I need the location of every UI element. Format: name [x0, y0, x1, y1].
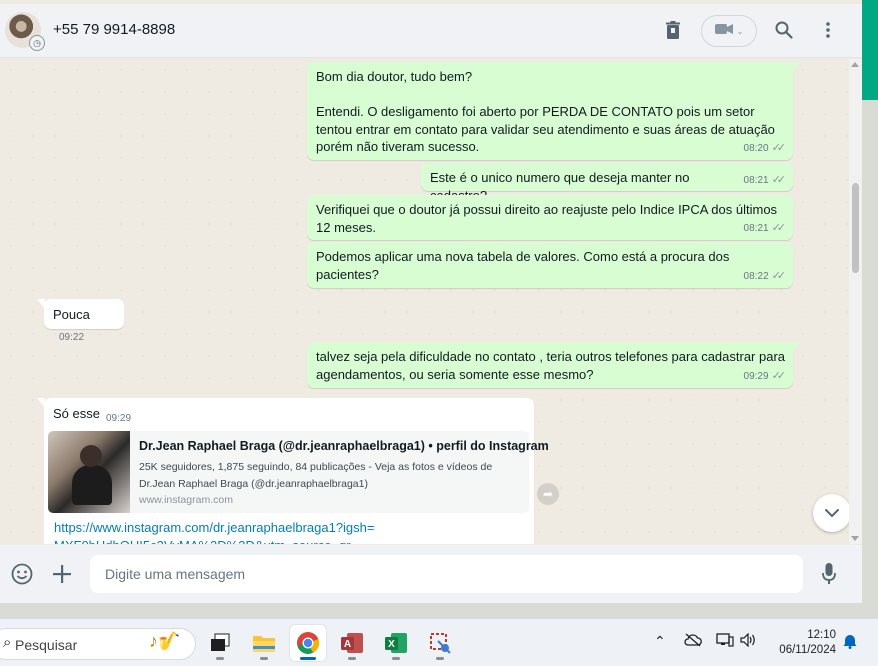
link-preview-domain: www.instagram.com [139, 494, 233, 506]
menu-icon[interactable] [816, 18, 840, 42]
file-explorer-icon[interactable] [246, 625, 282, 661]
excel-icon[interactable]: X [378, 625, 414, 661]
double-check-icon: ✓✓ [771, 369, 787, 382]
forward-icon[interactable]: ➦ [537, 483, 559, 505]
message-time: 09:29 [105, 413, 132, 424]
search-highlight-icon: ♪🎷 [149, 631, 181, 651]
double-check-icon: ✓✓ [771, 269, 787, 282]
double-check-icon: ✓✓ [771, 141, 787, 154]
message-text: Entendi. O desligamento foi aberto por P… [316, 104, 775, 154]
link-message[interactable]: Dr.Jean Raphael Braga (@dr.jeanraphaelbr… [48, 431, 549, 544]
contact-name[interactable]: +55 79 9914-8898 [53, 21, 175, 38]
cloud-offline-icon[interactable] [684, 633, 702, 650]
clock-time: 12:10 [807, 629, 836, 641]
chevron-up-icon[interactable]: ⌃ [654, 633, 666, 650]
composer [0, 545, 862, 603]
message-outgoing[interactable]: Podemos aplicar uma nova tabela de valor… [307, 242, 793, 288]
chat-header: ◷ +55 79 9914-8898 ⌄ [0, 4, 862, 58]
message-outgoing[interactable]: Bom dia doutor, tudo bem? Entendi. O des… [307, 62, 800, 160]
snipping-tool-icon[interactable] [422, 625, 458, 661]
video-call-button[interactable]: ⌄ [701, 15, 757, 47]
double-check-icon: ✓✓ [771, 173, 787, 186]
message-time: 08:22 [743, 270, 769, 282]
chevron-down-icon: ⌄ [736, 26, 744, 36]
microphone-icon[interactable] [817, 562, 841, 586]
chat-scrollbar[interactable] [849, 59, 862, 544]
contact-avatar[interactable]: ◷ [5, 12, 45, 51]
taskbar-search[interactable]: ⌕ Pesquisar ♪🎷 [0, 628, 196, 660]
trash-icon[interactable] [661, 18, 685, 42]
link-preview-card[interactable]: Dr.Jean Raphael Braga (@dr.jeanraphaelbr… [48, 431, 549, 513]
chrome-icon[interactable] [290, 625, 326, 661]
message-list: Bom dia doutor, tudo bem? Entendi. O des… [0, 59, 862, 544]
task-view-icon[interactable] [202, 625, 238, 661]
message-text: Só esse [53, 406, 100, 421]
message-input[interactable] [90, 555, 803, 593]
video-camera-icon [714, 22, 733, 40]
taskbar-search-label: Pesquisar [15, 637, 78, 653]
svg-text:X: X [388, 639, 395, 650]
message-time: 09:22 [59, 331, 85, 343]
message-time: 08:20 [743, 142, 769, 154]
message-text: Verifiquei que o doutor já possui direit… [316, 202, 778, 235]
message-time: 09:29 [743, 370, 769, 382]
message-text: talvez seja pela dificuldade no contato … [316, 349, 786, 382]
search-icon: ⌕ [3, 634, 12, 651]
network-icon[interactable] [716, 633, 734, 650]
scroll-to-bottom-button[interactable] [813, 494, 851, 532]
message-text: Bom dia doutor, tudo bem? [316, 69, 473, 84]
access-icon[interactable]: A [334, 625, 370, 661]
svg-text:A: A [344, 639, 351, 650]
whatsapp-window: ◷ +55 79 9914-8898 ⌄ Bom dia doutor, tud… [0, 0, 862, 603]
clock-date: 06/11/2024 [779, 644, 836, 656]
link-preview-title: Dr.Jean Raphael Braga (@dr.jeanraphaelbr… [139, 439, 549, 453]
message-incoming[interactable]: Pouca 09:22 [37, 299, 124, 343]
emoji-icon[interactable] [10, 562, 34, 586]
window-edge [862, 4, 878, 618]
double-check-icon: ✓✓ [771, 221, 787, 234]
message-outgoing[interactable]: talvez seja pela dificuldade no contato … [307, 342, 800, 388]
message-text: Pouca [53, 307, 90, 322]
status-icon: ◷ [29, 35, 45, 51]
link-preview-description: 25K seguidores, 1,875 seguindo, 84 publi… [139, 461, 493, 490]
windows-taskbar: ⌕ Pesquisar ♪🎷 A X ⌃ 12:10 06/11/2024 [0, 618, 878, 666]
search-icon[interactable] [772, 18, 796, 42]
message-time: 08:21 [743, 174, 769, 186]
volume-icon[interactable] [740, 632, 758, 650]
message-link[interactable]: https://www.instagram.com/dr.jeanraphael… [54, 519, 384, 544]
taskbar-clock[interactable]: 12:10 06/11/2024 [770, 628, 836, 658]
message-outgoing[interactable]: Verifiquei que o doutor já possui direit… [307, 195, 793, 240]
attach-plus-icon[interactable] [50, 562, 74, 586]
notification-bell-icon[interactable] [843, 633, 857, 652]
message-time: 08:21 [743, 222, 769, 234]
message-outgoing[interactable]: Este é o unico numero que deseja manter … [421, 163, 793, 203]
link-thumbnail [48, 431, 130, 513]
message-text: Podemos aplicar uma nova tabela de valor… [316, 249, 730, 282]
